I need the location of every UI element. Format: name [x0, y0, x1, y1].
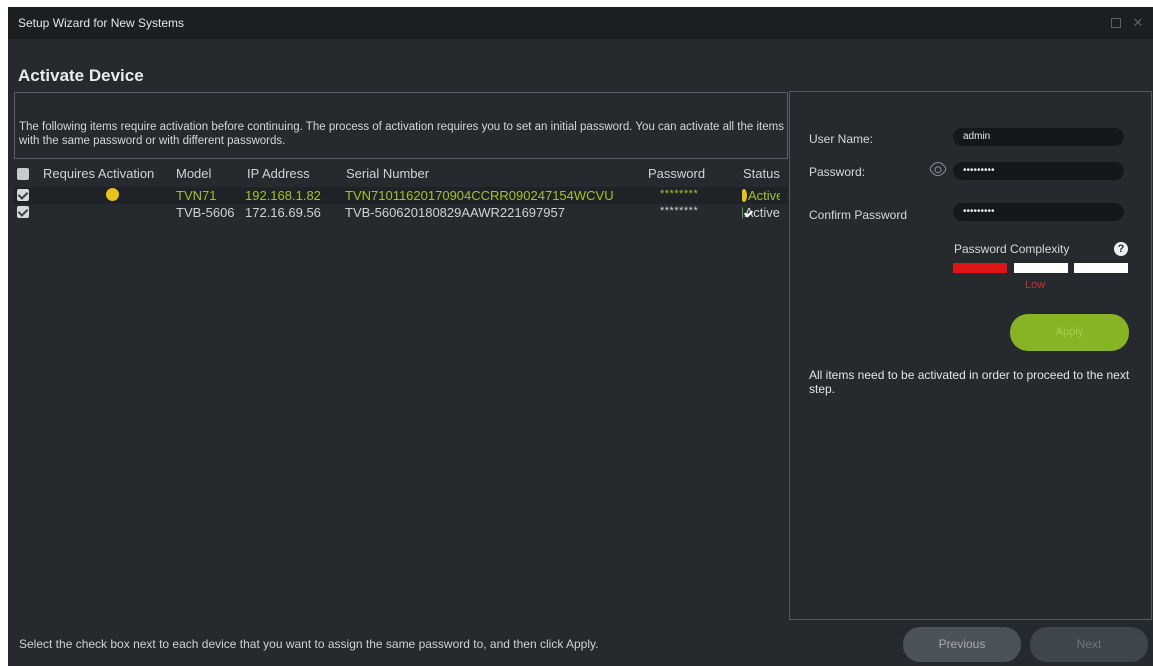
- previous-button[interactable]: Previous: [903, 627, 1021, 662]
- window-title: Setup Wizard for New Systems: [18, 16, 185, 30]
- status-cell: Active: [742, 188, 780, 204]
- password-panel: User Name: admin Password: ••••••••• Con…: [789, 91, 1152, 620]
- column-requires-activation[interactable]: Requires Activation: [43, 166, 154, 181]
- column-serial-number[interactable]: Serial Number: [346, 166, 429, 181]
- title-bar: Setup Wizard for New Systems ✕: [8, 7, 1153, 39]
- description-text: The following items require activation b…: [19, 121, 784, 147]
- username-field[interactable]: admin: [953, 128, 1124, 146]
- next-button[interactable]: Next: [1030, 627, 1148, 662]
- table-row[interactable]: TVB-5606 172.16.69.56 TVB-560620180829AA…: [14, 204, 788, 221]
- apply-button[interactable]: Apply: [1010, 314, 1129, 351]
- complexity-bar-1: [953, 263, 1007, 273]
- complexity-bar-3: [1074, 263, 1128, 273]
- warning-gear-icon: [742, 190, 746, 201]
- password-field[interactable]: •••••••••: [953, 162, 1124, 180]
- complexity-level: Low: [1025, 279, 1046, 291]
- device-list-panel: The following items require activation b…: [14, 92, 788, 619]
- serial-cell: TVB-560620180829AAWR221697957: [345, 205, 565, 220]
- username-label: User Name:: [809, 132, 874, 146]
- requires-activation-icon: [107, 188, 118, 203]
- page-title: Activate Device: [18, 66, 144, 85]
- maximize-icon[interactable]: [1109, 16, 1123, 30]
- ip-cell: 172.16.69.56: [245, 205, 321, 220]
- serial-cell: TVN71011620170904CCRR090247154WCVU: [345, 188, 614, 203]
- column-ip-address[interactable]: IP Address: [247, 166, 310, 181]
- row-checkbox[interactable]: [17, 206, 29, 218]
- ip-cell: 192.168.1.82: [245, 188, 321, 203]
- description-box: The following items require activation b…: [14, 92, 788, 159]
- footer-hint: Select the check box next to each device…: [19, 637, 599, 651]
- status-cell: Active: [742, 205, 780, 220]
- table-row[interactable]: TVN71 192.168.1.82 TVN71011620170904CCRR…: [14, 187, 788, 204]
- help-icon[interactable]: ?: [1114, 242, 1128, 256]
- row-checkbox[interactable]: [17, 189, 29, 201]
- complexity-label: Password Complexity: [954, 242, 1070, 256]
- password-cell: ********: [660, 205, 699, 217]
- activation-note: All items need to be activated in order …: [809, 368, 1130, 396]
- confirm-password-field[interactable]: •••••••••: [953, 203, 1124, 221]
- complexity-bar-2: [1014, 263, 1068, 273]
- show-password-icon[interactable]: [928, 159, 948, 179]
- device-grid-body: TVN71 192.168.1.82 TVN71011620170904CCRR…: [14, 187, 788, 619]
- password-cell: ********: [660, 188, 699, 200]
- check-circle-icon: [742, 206, 743, 219]
- column-model[interactable]: Model: [176, 166, 211, 181]
- model-cell: TVB-5606: [176, 205, 235, 220]
- device-grid-header: Requires Activation Model IP Address Ser…: [14, 159, 788, 187]
- column-status[interactable]: Status: [743, 166, 780, 181]
- column-password[interactable]: Password: [648, 166, 705, 181]
- confirm-password-label: Confirm Password: [809, 208, 908, 222]
- setup-wizard-window: Setup Wizard for New Systems ✕ Activate …: [8, 7, 1153, 666]
- select-all-checkbox[interactable]: [17, 168, 29, 180]
- model-cell: TVN71: [176, 188, 217, 203]
- close-icon[interactable]: ✕: [1131, 16, 1145, 30]
- password-label: Password:: [809, 165, 866, 179]
